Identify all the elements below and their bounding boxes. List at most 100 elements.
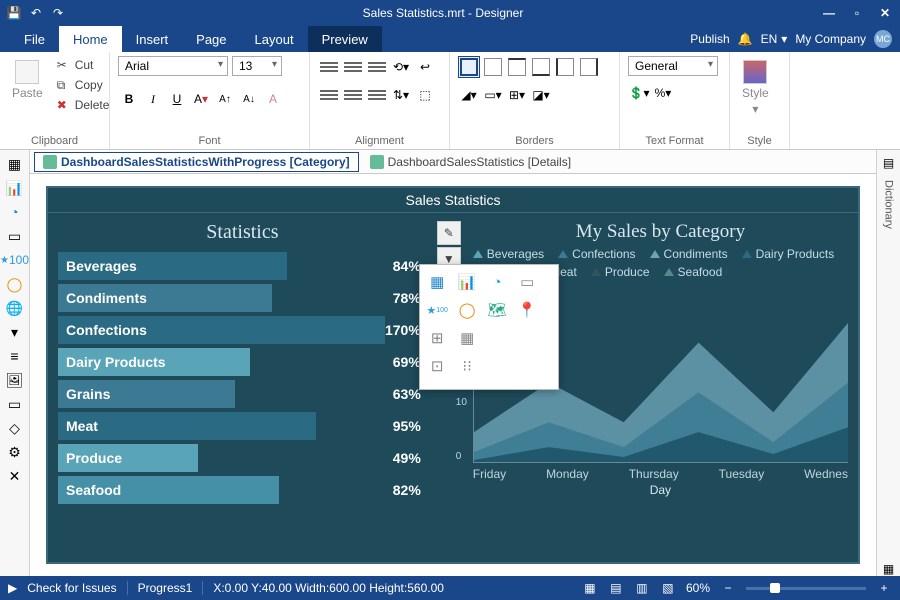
font-family-combo[interactable]: Arial — [118, 56, 228, 76]
rotate-button[interactable]: ⟲▾ — [390, 56, 412, 78]
tool-image-icon[interactable]: 🖼 — [5, 370, 25, 390]
border-all-button[interactable] — [458, 56, 480, 78]
align-left-button[interactable] — [318, 56, 340, 78]
delete-button[interactable]: ✖Delete — [53, 96, 114, 114]
status-coords: X:0.00 Y:40.00 Width:600.00 Height:560.0… — [213, 581, 444, 595]
tool-settings-icon[interactable]: ✕ — [5, 466, 25, 486]
wrap-button[interactable]: ↩ — [414, 56, 436, 78]
language-selector[interactable]: EN ▾ — [761, 32, 788, 46]
publish-button[interactable]: Publish — [690, 32, 729, 46]
tool-table-icon[interactable]: ▦ — [5, 154, 25, 174]
zoom-out-icon[interactable]: − — [720, 580, 736, 596]
shadow-button[interactable]: ◪▾ — [530, 84, 552, 106]
type-map-icon[interactable]: 🗺 — [486, 299, 508, 321]
tab-preview[interactable]: Preview — [308, 26, 382, 52]
tool-filter-icon[interactable]: ▾ — [5, 322, 25, 342]
line-height-button[interactable]: ⇅▾ — [390, 84, 412, 106]
type-progress-icon[interactable]: ◯ — [456, 299, 478, 321]
border-right-button[interactable] — [578, 56, 600, 78]
clear-format-button[interactable]: A — [262, 88, 284, 110]
doctab-other[interactable]: DashboardSalesStatistics [Details] — [361, 152, 580, 172]
style-button[interactable]: Style▾ — [738, 56, 773, 120]
zoom-slider[interactable] — [746, 587, 866, 590]
type-table-icon[interactable]: ▦ — [426, 271, 448, 293]
save-icon[interactable]: 💾 — [6, 5, 22, 21]
undo-icon[interactable]: ↶ — [28, 5, 44, 21]
stats-panel[interactable]: Statistics Beverages84%Condiments78%Conf… — [48, 213, 437, 561]
view-3-icon[interactable]: ▥ — [634, 580, 650, 596]
format-combo[interactable]: General — [628, 56, 718, 76]
doctab-active[interactable]: DashboardSalesStatisticsWithProgress [Ca… — [34, 152, 359, 172]
paste-button[interactable]: Paste — [8, 56, 47, 104]
bold-button[interactable]: B — [118, 88, 140, 110]
tool-globe-icon[interactable]: 🌐 — [5, 298, 25, 318]
view-4-icon[interactable]: ▧ — [660, 580, 676, 596]
type-indicator-icon[interactable]: ★100 — [426, 299, 448, 321]
view-2-icon[interactable]: ▤ — [608, 580, 624, 596]
properties-icon[interactable]: ▤ — [883, 156, 894, 170]
tool-ring-icon[interactable]: ◯ — [5, 274, 25, 294]
align-center-button[interactable] — [342, 56, 364, 78]
cut-button[interactable]: ✂Cut — [53, 56, 114, 74]
type-gauge-icon[interactable]: ◔ — [486, 271, 508, 293]
align-bottom-button[interactable] — [366, 84, 388, 106]
status-check[interactable]: Check for Issues — [27, 581, 116, 595]
company-selector[interactable]: My Company — [795, 32, 866, 46]
copy-button[interactable]: ⧉Copy — [53, 76, 114, 94]
play-icon[interactable]: ▶ — [8, 581, 17, 595]
avatar[interactable]: MC — [874, 30, 892, 48]
data-icon[interactable]: ▦ — [883, 562, 894, 576]
align-right-button[interactable] — [366, 56, 388, 78]
border-left-button[interactable] — [554, 56, 576, 78]
bar-label: Produce — [58, 444, 198, 472]
design-canvas[interactable]: Sales Statistics Statistics Beverages84%… — [30, 174, 876, 576]
italic-button[interactable]: I — [142, 88, 164, 110]
dictionary-tab[interactable]: Dictionary — [881, 176, 897, 233]
type-card-icon[interactable]: ▭ — [516, 271, 538, 293]
border-none-button[interactable] — [482, 56, 504, 78]
border-top-button[interactable] — [506, 56, 528, 78]
type-calendar-icon[interactable]: ▦ — [456, 327, 478, 349]
tool-card-icon[interactable]: ▭ — [5, 226, 25, 246]
font-color-button[interactable]: A▾ — [190, 88, 212, 110]
border-style-button[interactable]: ⊞▾ — [506, 84, 528, 106]
bell-icon[interactable]: 🔔 — [738, 32, 753, 46]
tool-gauge-icon[interactable]: ◔ — [5, 202, 25, 222]
view-1-icon[interactable]: ▦ — [582, 580, 598, 596]
tab-layout[interactable]: Layout — [241, 26, 308, 52]
maximize-icon[interactable]: ▫ — [848, 4, 866, 22]
align-top-button[interactable] — [318, 84, 340, 106]
merge-button[interactable]: ⬚ — [414, 84, 436, 106]
tab-insert[interactable]: Insert — [122, 26, 183, 52]
tool-text-icon[interactable]: ▭ — [5, 394, 25, 414]
minimize-icon[interactable]: — — [820, 4, 838, 22]
shrink-font-button[interactable]: A↓ — [238, 88, 260, 110]
align-middle-button[interactable] — [342, 84, 364, 106]
chart-title: My Sales by Category — [473, 221, 848, 243]
underline-button[interactable]: U — [166, 88, 188, 110]
type-tree-icon[interactable]: ⁝⁝ — [456, 355, 478, 377]
zoom-in-icon[interactable]: + — [876, 580, 892, 596]
grow-font-button[interactable]: A↑ — [214, 88, 236, 110]
type-chart-icon[interactable]: 📊 — [456, 271, 478, 293]
close-icon[interactable]: ✕ — [876, 4, 894, 22]
redo-icon[interactable]: ↷ — [50, 5, 66, 21]
tool-chart-icon[interactable]: 📊 — [5, 178, 25, 198]
tool-star-icon[interactable]: ★100 — [5, 250, 25, 270]
tool-shape-icon[interactable]: ◇ — [5, 418, 25, 438]
fill-color-button[interactable]: ◢▾ — [458, 84, 480, 106]
tab-file[interactable]: File — [10, 26, 59, 52]
percent-button[interactable]: %▾ — [652, 82, 674, 104]
tool-slicer-icon[interactable]: ≡ — [5, 346, 25, 366]
currency-button[interactable]: 💲▾ — [628, 82, 650, 104]
tool-more-icon[interactable]: ⚙ — [5, 442, 25, 462]
font-size-combo[interactable]: 13 — [232, 56, 282, 76]
border-color-button[interactable]: ▭▾ — [482, 84, 504, 106]
edit-icon[interactable]: ✎ — [437, 221, 461, 245]
type-marker-icon[interactable]: 📍 — [516, 299, 538, 321]
type-pivot-icon[interactable]: ⊡ — [426, 355, 448, 377]
border-bottom-button[interactable] — [530, 56, 552, 78]
type-grid-icon[interactable]: ⊞ — [426, 327, 448, 349]
tab-page[interactable]: Page — [182, 26, 240, 52]
tab-home[interactable]: Home — [59, 26, 122, 52]
